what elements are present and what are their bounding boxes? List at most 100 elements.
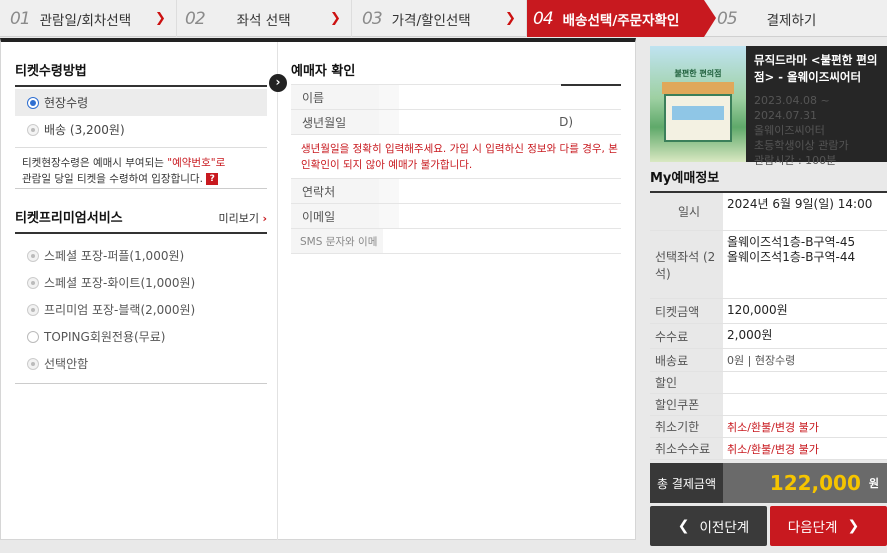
radio-icon[interactable] [27,357,39,370]
receive-note: 티켓현장수령은 예매시 부여되는 "예약번호"로 관람일 당일 티켓을 수령하여… [15,147,267,189]
step-2[interactable]: 02 좌석 선택 ❯ [177,0,352,37]
price-value: 120,000원 [723,299,887,323]
poster-store [662,82,734,142]
show-header: 불편한 편의점 뮤직드라마 <불편한 편의점> - 올웨이즈씨어터 2023.0… [650,46,887,167]
price-label: 티켓금액 [650,299,723,323]
note-highlight: "예약번호"로 [167,157,226,169]
name-field[interactable] [379,85,621,109]
radio-icon[interactable] [27,303,39,316]
next-step-button[interactable]: 다음단계 ❯ [770,506,887,546]
buyer-title-text: 예매자 확인 [291,64,356,79]
birth-suffix: D) [559,115,573,129]
show-venue: 올웨이즈씨어터 [754,124,825,137]
radio-icon[interactable] [27,330,39,343]
step-3-number: 03 [362,8,383,29]
chevron-right-icon: ❯ [847,518,860,534]
step-bar: 01 관람일/회차선택 ❯ 02 좌석 선택 ❯ 03 가격/할인선택 ❯ 04… [0,0,887,37]
preview-link[interactable]: 미리보기 › [218,210,267,226]
shipping-label: 배송료 [650,349,723,371]
preview-link-label: 미리보기 [218,212,259,225]
date-value: 2024년 6월 9일(일) 14:00 [723,193,887,230]
step-buttons: ❮ 이전단계 다음단계 ❯ [650,506,887,546]
info-row-discount: 할인 [650,372,887,394]
show-info: 2023.04.08 ~ 2024.07.31 올웨이즈씨어터 초등학생이상 관… [754,93,884,168]
step-1-label: 관람일/회차선택 [39,12,132,29]
coupon-label: 할인쿠폰 [650,394,723,415]
my-booking-title: My예매정보 [650,162,887,193]
info-row-cancel-deadline: 취소기한 취소/환불/변경 불가 [650,416,887,438]
step-4-active[interactable]: 04 배송선택/주문자확인 [527,0,716,37]
seat-label: 선택좌석 (2석) [650,231,723,298]
delivery-column: 티켓수령방법 현장수령 배송 (3,200원) 티켓현장수령은 예매시 부여되는… [15,60,267,384]
step-5[interactable]: 05 결제하기 [704,0,887,37]
sms-row: SMS 문자와 이메 [291,228,621,253]
receive-option-delivery[interactable]: 배송 (3,200원) [15,116,267,143]
premium-option-black[interactable]: 프리미엄 포장-블랙(2,000원) [15,296,267,323]
premium-option-purple[interactable]: 스페셜 포장-퍼플(1,000원) [15,242,267,269]
premium-option-white[interactable]: 스페셜 포장-화이트(1,000원) [15,269,267,296]
email-field[interactable] [379,204,621,228]
poster-title: 불편한 편의점 [674,69,722,78]
step-3-label: 가격/할인선택 [391,12,471,29]
cancel-fee-label: 취소수수료 [650,438,723,459]
premium-option-toping[interactable]: TOPING회원전용(무료) [15,323,267,350]
next-step-label: 다음단계 [787,520,838,536]
discount-value [723,372,887,393]
info-row-date: 일시 2024년 6월 9일(일) 14:00 [650,193,887,231]
step-5-number: 05 [717,8,738,29]
premium-options: 스페셜 포장-퍼플(1,000원) 스페셜 포장-화이트(1,000원) 프리미… [15,242,267,384]
receive-option-onsite[interactable]: 현장수령 [15,89,267,116]
premium-option-none[interactable]: 선택안함 [15,350,267,377]
name-row: 이름 [291,84,621,109]
step-2-label: 좌석 선택 [236,12,291,29]
chevron-right-circle-icon: › [269,74,287,92]
info-row-seat: 선택좌석 (2석) 올웨이즈석1층-B구역-45 올웨이즈석1층-B구역-44 [650,231,887,299]
premium-title-text: 티켓프리미엄서비스 [15,211,123,226]
birth-field[interactable]: D) [379,110,621,134]
radio-selected-icon[interactable] [27,96,39,109]
email-label: 이메일 [291,204,379,228]
fee-label: 수수료 [650,324,723,348]
cancel-deadline-value: 취소/환불/변경 불가 [723,416,887,437]
row-rule [291,253,621,254]
step-5-label: 결제하기 [766,12,817,29]
shipping-value: 0원 | 현장수령 [723,349,887,371]
radio-icon[interactable] [27,123,39,136]
sms-label: SMS 문자와 이메 [291,229,383,253]
note-text: 티켓현장수령은 예매시 부여되는 [22,157,168,169]
sms-field[interactable] [383,229,621,253]
receive-method-title: 티켓수령방법 [15,60,267,87]
premium-option-label: 선택안함 [44,357,89,371]
help-icon[interactable]: ? [206,173,219,185]
total-label: 총 결제금액 [650,463,723,503]
radio-icon[interactable] [27,276,39,289]
prev-step-button[interactable]: ❮ 이전단계 [650,506,767,546]
radio-icon[interactable] [27,249,39,262]
info-row-price: 티켓금액 120,000원 [650,299,887,324]
my-booking-info: My예매정보 일시 2024년 6월 9일(일) 14:00 선택좌석 (2석)… [650,162,887,503]
show-period: 2023.04.08 ~ 2024.07.31 [754,94,830,122]
chevron-right-icon: ❯ [155,11,166,26]
email-row: 이메일 [291,203,621,228]
receive-option-onsite-label: 현장수령 [44,96,89,110]
chevron-right-icon: › [262,212,267,225]
chevron-right-icon: ❯ [505,11,516,26]
main-panel: 티켓수령방법 현장수령 배송 (3,200원) 티켓현장수령은 예매시 부여되는… [0,38,636,540]
birth-label: 생년월일 [291,110,379,134]
total-value-box: 122,000 원 [723,463,887,503]
premium-option-label: 스페셜 포장-화이트(1,000원) [44,276,196,290]
chevron-left-icon: ❮ [677,518,690,534]
info-row-shipping: 배송료 0원 | 현장수령 [650,349,887,372]
premium-option-label: TOPING회원전용(무료) [44,330,166,344]
info-row-cancel-fee: 취소수수료 취소/환불/변경 불가 [650,438,887,460]
show-age: 초등학생이상 관람가 [754,139,849,152]
step-2-number: 02 [185,8,206,29]
total-amount: 122,000 [769,471,861,495]
premium-service-title: 티켓프리미엄서비스 미리보기 › [15,207,267,234]
phone-field[interactable] [379,179,621,203]
step-3[interactable]: 03 가격/할인선택 ❯ [352,0,527,37]
step-1[interactable]: 01 관람일/회차선택 ❯ [0,0,177,37]
birth-row: 생년월일 D) [291,109,621,134]
prev-step-label: 이전단계 [699,520,750,536]
column-divider [277,42,278,540]
